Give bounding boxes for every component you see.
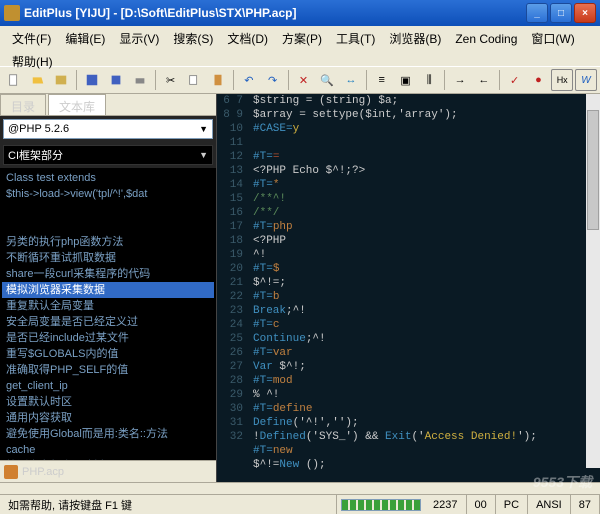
saveall-icon[interactable] [105, 69, 127, 91]
status-col: 00 [467, 495, 496, 514]
combo-value: @PHP 5.2.6 [8, 123, 69, 135]
category-combo[interactable]: CI框架部分 ▼ [3, 145, 213, 165]
redo-icon[interactable]: ↷ [262, 69, 284, 91]
file-tab[interactable]: PHP.acp [22, 466, 64, 478]
chevron-down-icon: ▼ [199, 150, 208, 160]
save-icon[interactable] [81, 69, 103, 91]
cut-icon[interactable]: ✂ [160, 69, 182, 91]
statusbar: 如需帮助, 请按键盘 F1 键 2237 00 PC ANSI 87 [0, 494, 600, 514]
status-help: 如需帮助, 请按键盘 F1 键 [0, 495, 337, 514]
chevron-down-icon: ▼ [199, 124, 208, 134]
status-extra: 87 [571, 495, 600, 514]
list-item[interactable]: 重写$GLOBALS内的值 [2, 346, 214, 362]
close-button[interactable]: × [574, 3, 596, 23]
menu-window[interactable]: 窗口(W) [525, 28, 580, 49]
menu-browser[interactable]: 浏览器(B) [383, 28, 447, 49]
file-icon [4, 465, 18, 479]
cliptext-list[interactable]: Class test extends$this->load->view('tpl… [0, 168, 216, 460]
list-item[interactable]: 安全局变量是否已经定义过 [2, 314, 214, 330]
minimize-button[interactable]: _ [526, 3, 548, 23]
sidebar: 目录 文本库 @PHP 5.2.6 ▼ CI框架部分 ▼ Class test … [0, 94, 217, 482]
list-item[interactable]: get_client_ip [2, 378, 214, 394]
wrap-icon[interactable]: ≡ [371, 69, 393, 91]
list-item[interactable]: 另类的执行php函数方法 [2, 234, 214, 250]
toolbar: ✂ ↶ ↷ ✕ 🔍 ↔ ≡ ▣ ⫼ → ← ✓ ● Hx W [0, 66, 600, 94]
sidebar-tabs: 目录 文本库 [0, 94, 216, 116]
vertical-scrollbar[interactable] [586, 94, 600, 468]
open-icon[interactable] [27, 69, 49, 91]
list-item[interactable] [2, 218, 214, 234]
app-icon [4, 5, 20, 21]
undo-icon[interactable]: ↶ [238, 69, 260, 91]
find-icon[interactable]: 🔍 [316, 69, 338, 91]
list-item[interactable]: 重复默认全局变量 [2, 298, 214, 314]
menu-tools[interactable]: 工具(T) [330, 28, 381, 49]
status-enc: ANSI [528, 495, 571, 514]
columns-icon[interactable]: ⫼ [418, 69, 440, 91]
paste-icon[interactable] [207, 69, 229, 91]
code-content[interactable]: $string = (string) $a; $array = settype(… [253, 94, 586, 482]
menu-document[interactable]: 文档(D) [221, 28, 274, 49]
print-icon[interactable] [129, 69, 151, 91]
list-item[interactable]: 避免使用Global而是用:类名::方法 [2, 426, 214, 442]
word-icon[interactable]: W [575, 69, 597, 91]
file-tab-bar: PHP.acp [0, 460, 216, 482]
browse-icon[interactable] [51, 69, 73, 91]
outdent-icon[interactable]: ← [473, 69, 495, 91]
progress-bar [341, 499, 421, 511]
status-mode: PC [496, 495, 528, 514]
menu-zen[interactable]: Zen Coding [449, 30, 523, 48]
code-editor[interactable]: 6 7 8 9 10 11 12 13 14 15 16 17 18 19 20… [217, 94, 600, 482]
list-item[interactable]: cache [2, 442, 214, 458]
menu-file[interactable]: 文件(F) [6, 28, 57, 49]
category-value: CI框架部分 [8, 147, 63, 163]
tab-directory[interactable]: 目录 [0, 94, 46, 115]
list-item[interactable]: 准确取得PHP_SELF的值 [2, 362, 214, 378]
line-gutter: 6 7 8 9 10 11 12 13 14 15 16 17 18 19 20… [217, 94, 249, 482]
list-item[interactable]: $this->load->view('tpl/^!',$dat [2, 186, 214, 202]
tab-cliptext[interactable]: 文本库 [48, 94, 106, 115]
scroll-thumb[interactable] [587, 110, 599, 230]
cliptext-combo[interactable]: @PHP 5.2.6 ▼ [3, 119, 213, 139]
hex-icon[interactable]: Hx [551, 69, 573, 91]
bottom-bar [0, 482, 600, 494]
menu-edit[interactable]: 编辑(E) [59, 28, 111, 49]
list-item[interactable]: 设置默认时区 [2, 394, 214, 410]
list-item[interactable]: 模拟浏览器采集数据 [2, 282, 214, 298]
menu-search[interactable]: 搜索(S) [167, 28, 219, 49]
menubar: 文件(F) 编辑(E) 显示(V) 搜索(S) 文档(D) 方案(P) 工具(T… [0, 26, 600, 66]
fullscr-icon[interactable]: ▣ [395, 69, 417, 91]
maximize-button[interactable]: □ [550, 3, 572, 23]
spell-icon[interactable]: ✓ [504, 69, 526, 91]
list-item[interactable]: 通用内容获取 [2, 410, 214, 426]
list-item[interactable]: 不断循环重试抓取数据 [2, 250, 214, 266]
menu-view[interactable]: 显示(V) [113, 28, 165, 49]
cancel-icon[interactable]: ✕ [293, 69, 315, 91]
copy-icon[interactable] [183, 69, 205, 91]
window-title: EditPlus [YIJU] - [D:\Soft\EditPlus\STX\… [24, 6, 524, 20]
list-item[interactable]: 是否已经include过某文件 [2, 330, 214, 346]
list-item[interactable]: Class test extends [2, 170, 214, 186]
list-item[interactable] [2, 202, 214, 218]
titlebar: EditPlus [YIJU] - [D:\Soft\EditPlus\STX\… [0, 0, 600, 26]
record-icon[interactable]: ● [528, 69, 550, 91]
replace-icon[interactable]: ↔ [340, 69, 362, 91]
status-line: 2237 [425, 495, 466, 514]
new-icon[interactable] [3, 69, 25, 91]
menu-project[interactable]: 方案(P) [276, 28, 328, 49]
indent-icon[interactable]: → [449, 69, 471, 91]
list-item[interactable]: share一段curl采集程序的代码 [2, 266, 214, 282]
main-area: 目录 文本库 @PHP 5.2.6 ▼ CI框架部分 ▼ Class test … [0, 94, 600, 482]
